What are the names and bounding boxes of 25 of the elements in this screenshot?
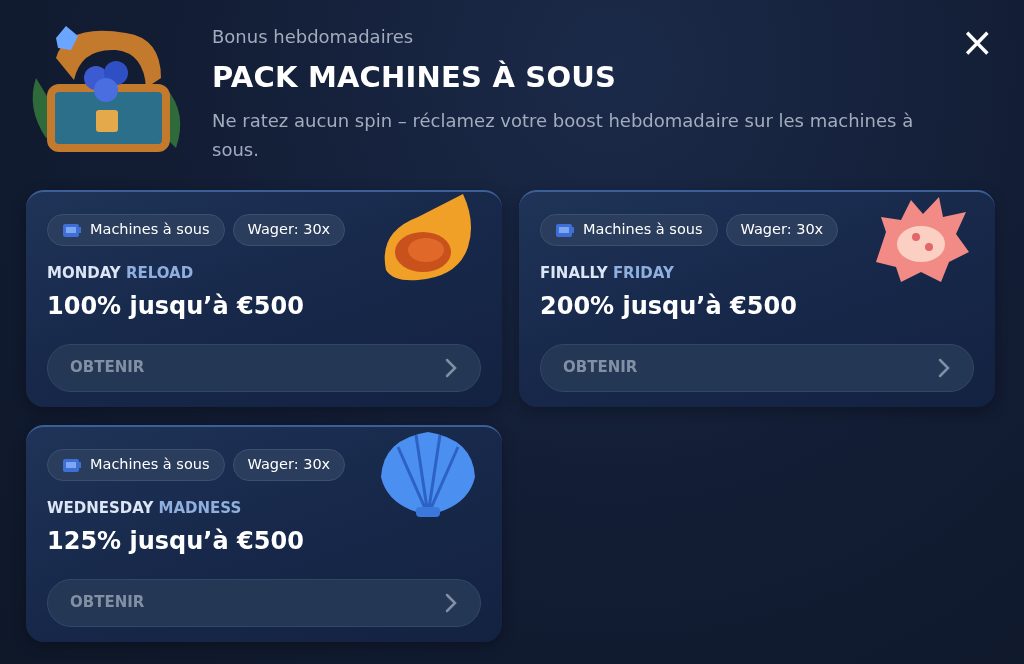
chevron-right-icon — [444, 357, 458, 378]
claim-button[interactable]: OBTENIR — [47, 578, 481, 627]
description: Ne ratez aucun spin – réclamez votre boost hebdomadaire sur les machines à sous. — [212, 108, 915, 163]
slot-machine-icon — [555, 222, 575, 238]
offer-name: FINALLY FRIDAY — [540, 263, 675, 284]
subtitle: Bonus hebdomadaires — [212, 25, 415, 49]
chevron-right-icon — [937, 357, 951, 378]
slot-machine-icon — [62, 457, 82, 473]
offer-amount: 200% jusqu’à €500 — [540, 290, 798, 322]
category-tag: Machines à sous — [47, 449, 225, 481]
offer-amount: 125% jusqu’à €500 — [47, 525, 305, 557]
claim-button[interactable]: OBTENIR — [47, 343, 481, 392]
slot-machine-icon — [62, 222, 82, 238]
title: PACK MACHINES À SOUS — [212, 59, 618, 96]
close-button[interactable]: × — [956, 22, 998, 62]
category-tag: Machines à sous — [540, 214, 718, 246]
wager-tag: Wager: 30x — [232, 214, 346, 246]
wager-tag: Wager: 30x — [725, 214, 839, 246]
chevron-right-icon — [444, 592, 458, 613]
offer-name: WEDNESDAY MADNESS — [47, 498, 243, 519]
claim-button[interactable]: OBTENIR — [540, 343, 974, 392]
offer-amount: 100% jusqu’à €500 — [47, 290, 305, 322]
category-tag: Machines à sous — [47, 214, 225, 246]
offer-name: MONDAY RELOAD — [47, 263, 195, 284]
wager-tag: Wager: 30x — [232, 449, 346, 481]
